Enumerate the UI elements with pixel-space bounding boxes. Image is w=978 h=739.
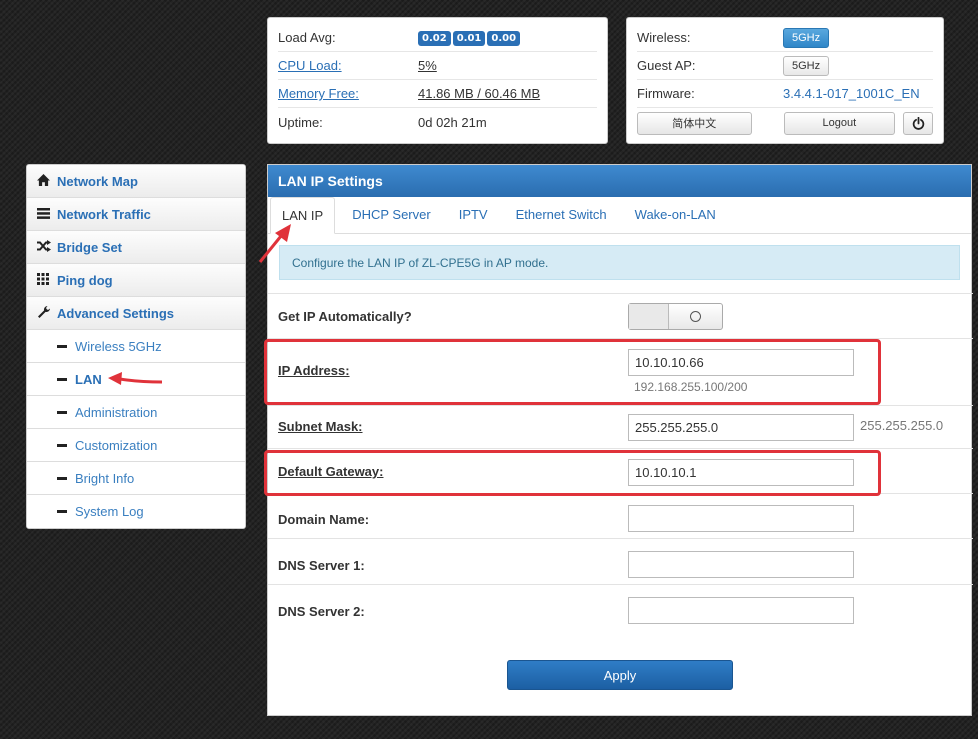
sidebar-subitem-label: Administration [75, 404, 158, 420]
sidebar-subitem-customization[interactable]: Customization [27, 429, 245, 462]
load-avg-label: Load Avg: [278, 30, 336, 45]
dash-icon [57, 377, 67, 381]
dash-icon [57, 510, 67, 513]
sidebar-item-label: Network Map [57, 173, 138, 189]
load-avg-5m: 0.01 [452, 31, 486, 46]
power-icon [912, 116, 924, 130]
domain-name-row: Domain Name: [268, 493, 973, 538]
lan-ip-settings-panel: LAN IP Settings LAN IP DHCP Server IPTV … [267, 164, 973, 716]
memory-free-value: 41.86 MB / 60.46 MB [418, 86, 541, 101]
sidebar-item-advanced-settings[interactable]: Advanced Settings [27, 297, 245, 330]
get-ip-auto-row: Get IP Automatically? [268, 293, 973, 338]
cpu-load-value: 5% [418, 58, 437, 73]
shuffle-icon [37, 239, 57, 255]
sidebar-item-bridge-set[interactable]: Bridge Set [27, 231, 245, 264]
device-info-panel: Wireless: 5GHz Guest AP: 5GHz Firmware: … [626, 17, 944, 144]
tab-bar: LAN IP DHCP Server IPTV Ethernet Switch … [268, 197, 971, 234]
home-icon [37, 173, 57, 189]
tab-dhcp-server[interactable]: DHCP Server [341, 197, 442, 233]
wireless-row: Wireless: 5GHz [637, 24, 933, 52]
tab-ethernet-switch[interactable]: Ethernet Switch [505, 197, 618, 233]
grid-icon [37, 272, 57, 288]
sidebar-nav: Network Map Network Traffic Bridge Set P… [26, 164, 246, 529]
panel-title: LAN IP Settings [268, 165, 971, 197]
sidebar-subitem-bright-info[interactable]: Bright Info [27, 462, 245, 495]
tab-wake-on-lan[interactable]: Wake-on-LAN [624, 197, 727, 233]
load-avg-15m: 0.00 [487, 31, 521, 46]
sidebar-item-network-traffic[interactable]: Network Traffic [27, 198, 245, 231]
subnet-mask-row: Subnet Mask: 255.255.255.0 [268, 405, 973, 448]
firmware-row: Firmware: 3.4.4.1-017_1001C_EN [637, 80, 933, 108]
uptime-value: 0d 02h 21m [418, 114, 487, 130]
tab-iptv[interactable]: IPTV [448, 197, 499, 233]
guest-ap-row: Guest AP: 5GHz [637, 52, 933, 80]
memory-row: Memory Free: 41.86 MB / 60.46 MB [278, 80, 597, 108]
power-button[interactable] [903, 111, 933, 135]
sidebar-subitem-wireless-5ghz[interactable]: Wireless 5GHz [27, 330, 245, 363]
system-status-panel: Load Avg: 0.02 0.01 0.00 CPU Load: 5% Memo… [267, 17, 608, 144]
apply-button[interactable]: Apply [507, 660, 733, 690]
dns-server-2-input[interactable] [628, 597, 854, 624]
subnet-mask-input[interactable] [628, 414, 854, 441]
annotation-arrow-lan-ip-tab [258, 224, 291, 263]
sidebar-subitem-label: Wireless 5GHz [75, 338, 162, 354]
load-avg-values: 0.02 0.01 0.00 [418, 29, 522, 46]
guest-ap-label: Guest AP: [637, 58, 696, 73]
sidebar-item-ping-dog[interactable]: Ping dog [27, 264, 245, 297]
get-ip-auto-label: Get IP Automatically? [278, 309, 412, 324]
sidebar-item-label: Advanced Settings [57, 305, 175, 321]
sidebar-subitem-label: Customization [75, 437, 158, 453]
load-avg-row: Load Avg: 0.02 0.01 0.00 [278, 24, 597, 52]
dash-icon [57, 410, 67, 414]
dns-server-1-label: DNS Server 1: [278, 558, 365, 573]
firmware-version-link[interactable]: 3.4.4.1-017_1001C_EN [783, 86, 920, 101]
sidebar-subitem-administration[interactable]: Administration [27, 396, 245, 429]
sidebar-subitem-label: System Log [75, 504, 144, 519]
guest-ap-5ghz-button[interactable]: 5GHz [783, 55, 830, 76]
load-avg-1m: 0.02 [418, 31, 451, 46]
annotation-arrow-lan [108, 372, 163, 385]
action-buttons-row: 简体中文 Logout [637, 108, 933, 138]
memory-free-link[interactable]: Memory Free: [278, 86, 418, 101]
domain-name-input[interactable] [628, 505, 854, 532]
sidebar-subitem-system-log[interactable]: System Log [27, 495, 245, 528]
dns-server-1-row: DNS Server 1: [268, 538, 973, 584]
annotation-box-default-gateway [264, 450, 881, 496]
dns-server-2-label: DNS Server 2: [278, 604, 365, 619]
list-icon [37, 207, 57, 222]
get-ip-auto-toggle[interactable] [628, 303, 723, 330]
uptime-row: Uptime: 0d 02h 21m [278, 108, 597, 136]
dns-server-1-input[interactable] [628, 551, 854, 578]
domain-name-label: Domain Name: [278, 512, 370, 527]
language-button[interactable]: 简体中文 [637, 111, 752, 135]
sidebar-item-label: Ping dog [57, 272, 113, 288]
wireless-5ghz-button[interactable]: 5GHz [783, 27, 830, 48]
cpu-load-row: CPU Load: 5% [278, 52, 597, 80]
annotation-box-ip-address [264, 339, 881, 405]
wrench-icon [37, 305, 57, 322]
sidebar-item-label: Network Traffic [57, 206, 151, 222]
sidebar-subitem-label: Bright Info [75, 470, 135, 486]
toggle-off-half [629, 304, 669, 329]
sidebar-subitem-label: LAN [75, 371, 102, 387]
dash-icon [57, 476, 67, 480]
subnet-mask-hint: 255.255.255.0 [860, 418, 944, 433]
dash-icon [57, 344, 67, 348]
firmware-label: Firmware: [637, 86, 695, 101]
toggle-ring-icon [690, 311, 701, 322]
uptime-label: Uptime: [278, 114, 323, 130]
dns-server-2-row: DNS Server 2: [268, 584, 973, 634]
dash-icon [57, 443, 67, 447]
info-alert: Configure the LAN IP of ZL-CPE5G in AP m… [279, 245, 960, 280]
sidebar-item-network-map[interactable]: Network Map [27, 165, 245, 198]
cpu-load-link[interactable]: CPU Load: [278, 58, 418, 73]
subnet-mask-label: Subnet Mask: [278, 419, 363, 434]
toggle-knob [669, 304, 722, 329]
sidebar-item-label: Bridge Set [57, 239, 123, 255]
logout-button[interactable]: Logout [783, 111, 896, 135]
wireless-label: Wireless: [637, 30, 691, 45]
